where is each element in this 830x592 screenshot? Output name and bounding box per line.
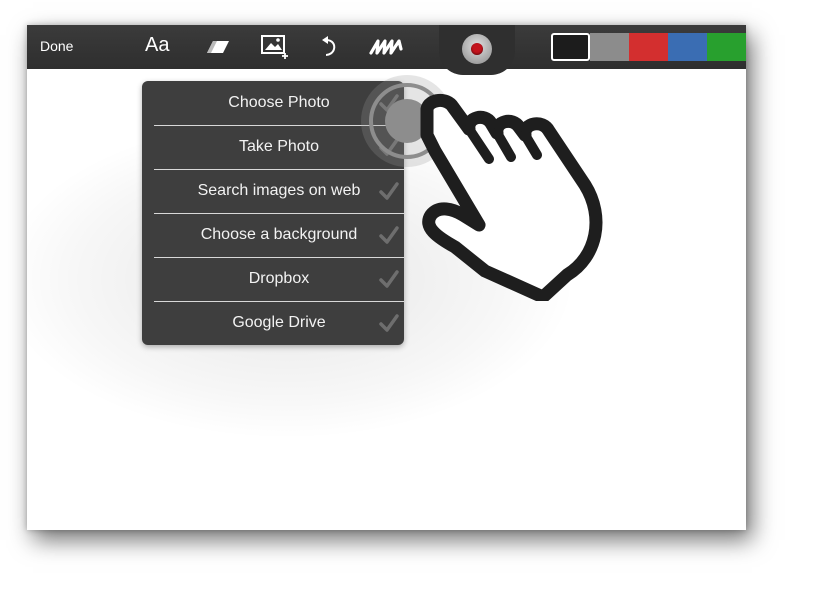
insert-photo-menu: Choose Photo Take Photo Search images on… [142, 81, 404, 345]
menu-item-label: Choose Photo [228, 94, 330, 111]
checkmark-icon [379, 226, 399, 244]
color-swatch-1[interactable] [551, 33, 590, 61]
menu-item-take-photo[interactable]: Take Photo [154, 125, 404, 170]
done-button[interactable]: Done [40, 38, 73, 54]
menu-item-label: Choose a background [200, 226, 358, 243]
menu-item-label: Google Drive [232, 314, 326, 331]
color-swatch-3[interactable] [629, 33, 668, 61]
scribble-icon[interactable] [366, 33, 406, 61]
record-button[interactable] [462, 34, 492, 64]
color-palette [551, 33, 746, 61]
eraser-icon[interactable] [203, 33, 233, 61]
checkmark-icon [379, 182, 399, 200]
undo-icon[interactable] [318, 33, 342, 61]
checkmark-icon [379, 314, 399, 332]
menu-item-choose-a-background[interactable]: Choose a background [154, 213, 404, 258]
text-tool-button[interactable]: Aa [145, 34, 169, 57]
checkmark-icon [379, 270, 399, 288]
checkmark-icon [379, 94, 399, 112]
color-swatch-5[interactable] [707, 33, 746, 61]
menu-item-label: Dropbox [248, 270, 310, 287]
menu-item-google-drive[interactable]: Google Drive [154, 301, 404, 345]
record-tab [439, 25, 515, 75]
record-icon [471, 43, 483, 55]
menu-item-dropbox[interactable]: Dropbox [154, 257, 404, 302]
color-swatch-2[interactable] [590, 33, 629, 61]
toolbar: Done Aa [27, 25, 746, 75]
menu-item-choose-photo[interactable]: Choose Photo [154, 81, 404, 126]
menu-item-search-images-on-web[interactable]: Search images on web [154, 169, 404, 214]
app-screen: Done Aa Choose Photo Take Photo Search i… [27, 25, 746, 530]
menu-item-label: Search images on web [197, 182, 361, 199]
checkmark-icon [379, 138, 399, 156]
menu-item-label: Take Photo [238, 138, 320, 155]
add-image-icon[interactable] [259, 33, 291, 61]
color-swatch-4[interactable] [668, 33, 707, 61]
